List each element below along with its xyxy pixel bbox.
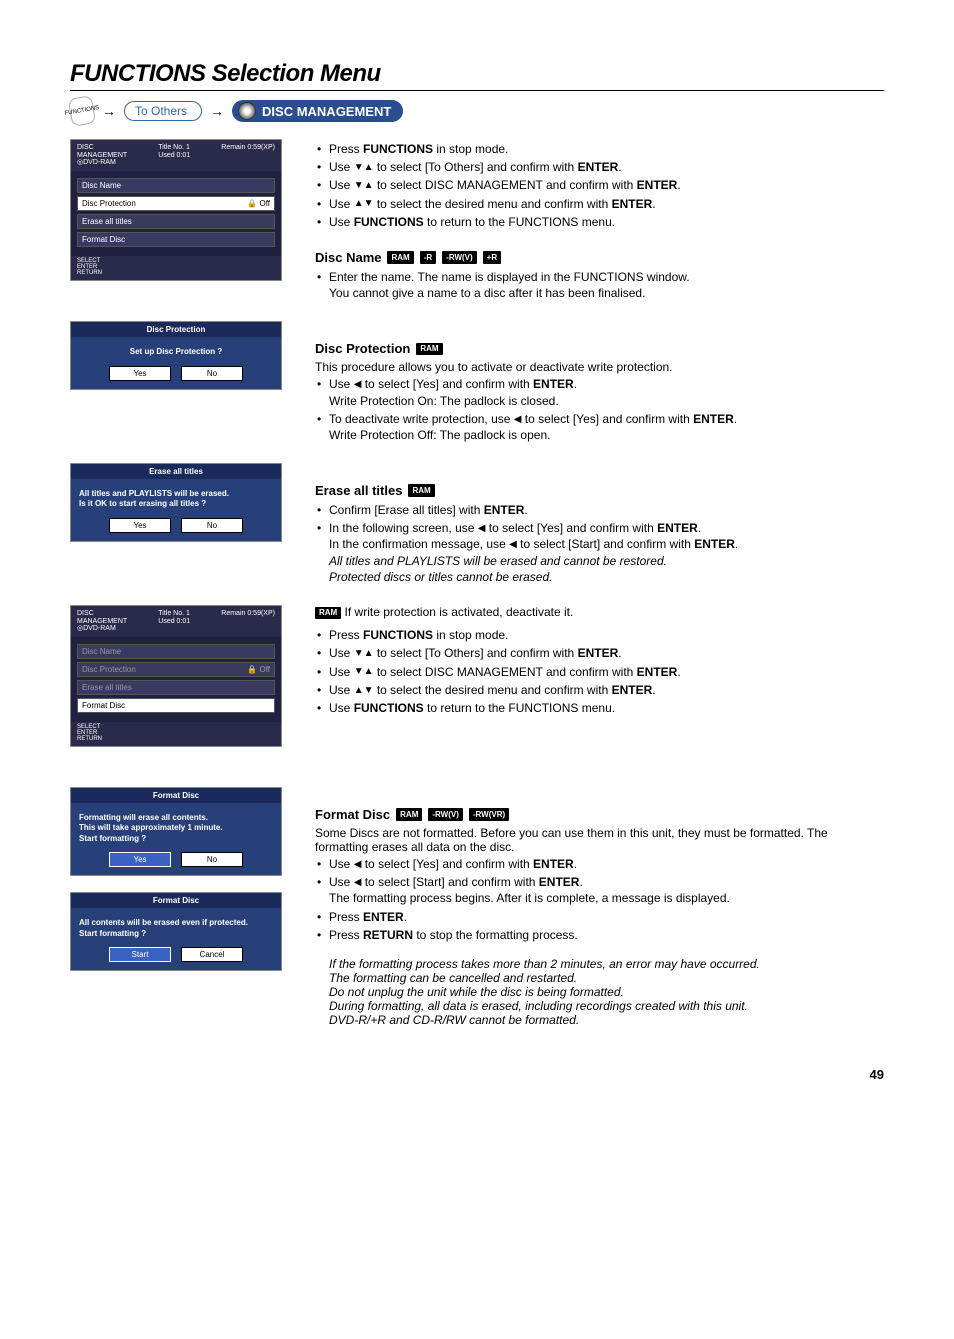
menu-item: Erase all titles <box>77 214 275 229</box>
screenshot-footer: SELECT ENTER RETURN <box>71 722 281 746</box>
write-protection-note: RAM If write protection is activated, de… <box>315 605 884 619</box>
erase-all-titles-heading: Erase all titles RAM <box>315 483 884 498</box>
modal-format-disc-2: Format Disc All contents will be erased … <box>70 892 282 971</box>
modal-erase-all-titles: Erase all titles All titles and PLAYLIST… <box>70 463 282 542</box>
yes-button[interactable]: Yes <box>109 518 171 533</box>
menu-item-selected: Disc Protection🔒 Off <box>77 196 275 211</box>
down-up-arrows-icon: ▼▲ <box>354 667 374 677</box>
menu-item: Disc Protection🔒 Off <box>77 662 275 677</box>
body-text: This procedure allows you to activate or… <box>315 360 884 374</box>
no-button[interactable]: No <box>181 852 243 867</box>
menu-item-selected: Format Disc <box>77 698 275 713</box>
start-button[interactable]: Start <box>109 947 171 962</box>
functions-remote-button-icon: FUNCTIONS <box>68 95 96 127</box>
disc-icon <box>238 102 256 120</box>
menu-item: Disc Name <box>77 644 275 659</box>
up-down-arrows-icon: ▲▼ <box>354 199 374 209</box>
disc-management-pill: DISC MANAGEMENT <box>232 100 403 122</box>
down-up-arrows-icon: ▼▲ <box>354 649 374 659</box>
breadcrumb-row: FUNCTIONS → To Others → DISC MANAGEMENT <box>70 97 884 125</box>
arrow-right-icon: → <box>210 103 224 119</box>
screenshot-footer: SELECT ENTER RETURN <box>71 256 281 280</box>
menu-item: Erase all titles <box>77 680 275 695</box>
disc-protection-heading: Disc Protection RAM <box>315 341 884 356</box>
modal-disc-protection: Disc Protection Set up Disc Protection ?… <box>70 321 282 389</box>
body-text: Some Discs are not formatted. Before you… <box>315 826 884 854</box>
yes-button[interactable]: Yes <box>109 852 171 867</box>
disc-name-heading: Disc Name RAM -R -RW(V) +R <box>315 250 884 265</box>
no-button[interactable]: No <box>181 366 243 381</box>
menu-item: Format Disc <box>77 232 275 247</box>
to-others-pill: To Others <box>124 101 202 121</box>
down-up-arrows-icon: ▼▲ <box>354 181 374 191</box>
yes-button[interactable]: Yes <box>109 366 171 381</box>
menu-item: Disc Name <box>77 178 275 193</box>
format-notes: If the formatting process takes more tha… <box>329 957 884 1027</box>
page-number: 49 <box>70 1067 884 1082</box>
no-button[interactable]: No <box>181 518 243 533</box>
left-arrow-icon: ◀ <box>509 540 517 550</box>
page-title: FUNCTIONS Selection Menu <box>70 60 884 91</box>
format-disc-heading: Format Disc RAM -RW(V) -RW(VR) <box>315 807 884 822</box>
screenshot-disc-management-1: DISC MANAGEMENT◎DVD-RAM Title No. 1Used … <box>70 139 282 281</box>
arrow-right-icon: → <box>102 103 116 119</box>
up-down-arrows-icon: ▲▼ <box>354 686 374 696</box>
down-up-arrows-icon: ▼▲ <box>354 163 374 173</box>
screenshot-disc-management-2: DISC MANAGEMENT◎DVD-RAM Title No. 1Used … <box>70 605 282 747</box>
modal-format-disc-1: Format Disc Formatting will erase all co… <box>70 787 282 876</box>
intro-steps: Press FUNCTIONS in stop mode. Use ▼▲ to … <box>315 141 884 230</box>
disc-management-label: DISC MANAGEMENT <box>262 104 391 119</box>
cancel-button[interactable]: Cancel <box>181 947 243 962</box>
repeat-steps: Press FUNCTIONS in stop mode. Use ▼▲ to … <box>315 627 884 716</box>
